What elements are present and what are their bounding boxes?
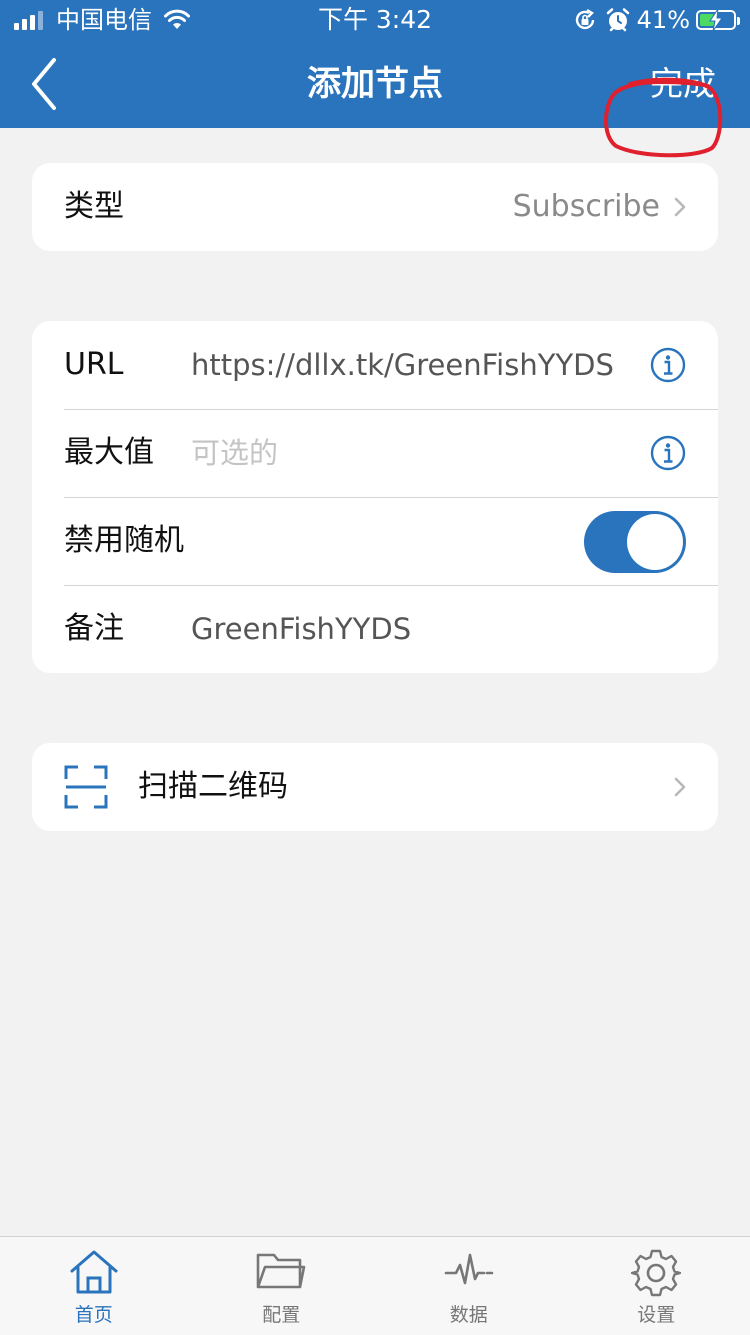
pulse-icon bbox=[444, 1249, 494, 1293]
chevron-right-icon bbox=[674, 777, 686, 797]
disable-random-toggle[interactable] bbox=[584, 511, 686, 573]
node-form-card: URL https://dllx.tk/GreenFishYYDS 最大值 可选… bbox=[32, 321, 718, 673]
remark-row: 备注 GreenFishYYDS bbox=[32, 585, 718, 673]
url-label: URL bbox=[64, 321, 124, 409]
page-title: 添加节点 bbox=[0, 40, 750, 128]
tab-settings[interactable]: 设置 bbox=[563, 1237, 750, 1335]
tab-config[interactable]: 配置 bbox=[188, 1237, 376, 1335]
tab-label: 数据 bbox=[375, 1300, 563, 1327]
type-value: Subscribe bbox=[513, 163, 660, 251]
type-row[interactable]: 类型 Subscribe bbox=[32, 163, 718, 251]
tab-data[interactable]: 数据 bbox=[375, 1237, 563, 1335]
home-icon bbox=[69, 1249, 119, 1295]
disable-random-label: 禁用随机 bbox=[64, 497, 184, 585]
tab-bar: 首页 配置 数据 设置 bbox=[0, 1236, 750, 1335]
max-row: 最大值 可选的 bbox=[32, 409, 718, 497]
max-label: 最大值 bbox=[64, 409, 154, 497]
rotation-lock-icon bbox=[573, 8, 597, 32]
type-card: 类型 Subscribe bbox=[32, 163, 718, 251]
info-icon[interactable] bbox=[650, 347, 686, 383]
status-right: 41% bbox=[573, 6, 736, 34]
disable-random-row: 禁用随机 bbox=[32, 497, 718, 585]
scan-qr-label: 扫描二维码 bbox=[138, 743, 288, 831]
battery-icon bbox=[696, 10, 736, 30]
remark-label: 备注 bbox=[64, 585, 124, 673]
remark-field[interactable]: GreenFishYYDS bbox=[191, 585, 411, 673]
url-field[interactable]: https://dllx.tk/GreenFishYYDS bbox=[191, 321, 614, 409]
type-label: 类型 bbox=[64, 163, 124, 251]
tab-home[interactable]: 首页 bbox=[0, 1237, 188, 1335]
status-bar: 中国电信 下午 3:42 41% bbox=[0, 0, 750, 40]
scan-card: 扫描二维码 bbox=[32, 743, 718, 831]
tab-label: 配置 bbox=[188, 1300, 376, 1327]
url-row: URL https://dllx.tk/GreenFishYYDS bbox=[32, 321, 718, 409]
tab-label: 设置 bbox=[563, 1300, 750, 1327]
alarm-icon bbox=[605, 7, 631, 33]
nav-bar: 添加节点 完成 bbox=[0, 40, 750, 128]
battery-percent: 41% bbox=[637, 6, 690, 34]
info-icon[interactable] bbox=[650, 435, 686, 471]
scan-qr-row[interactable]: 扫描二维码 bbox=[32, 743, 718, 831]
qr-scan-icon bbox=[64, 765, 108, 809]
tab-label: 首页 bbox=[0, 1300, 188, 1327]
gear-icon bbox=[631, 1249, 681, 1297]
header: 中国电信 下午 3:42 41% bbox=[0, 0, 750, 128]
max-field[interactable]: 可选的 bbox=[191, 409, 278, 497]
done-button[interactable]: 完成 bbox=[650, 40, 716, 128]
chevron-right-icon bbox=[674, 197, 686, 217]
toggle-knob bbox=[627, 514, 683, 570]
folder-icon bbox=[256, 1249, 306, 1293]
